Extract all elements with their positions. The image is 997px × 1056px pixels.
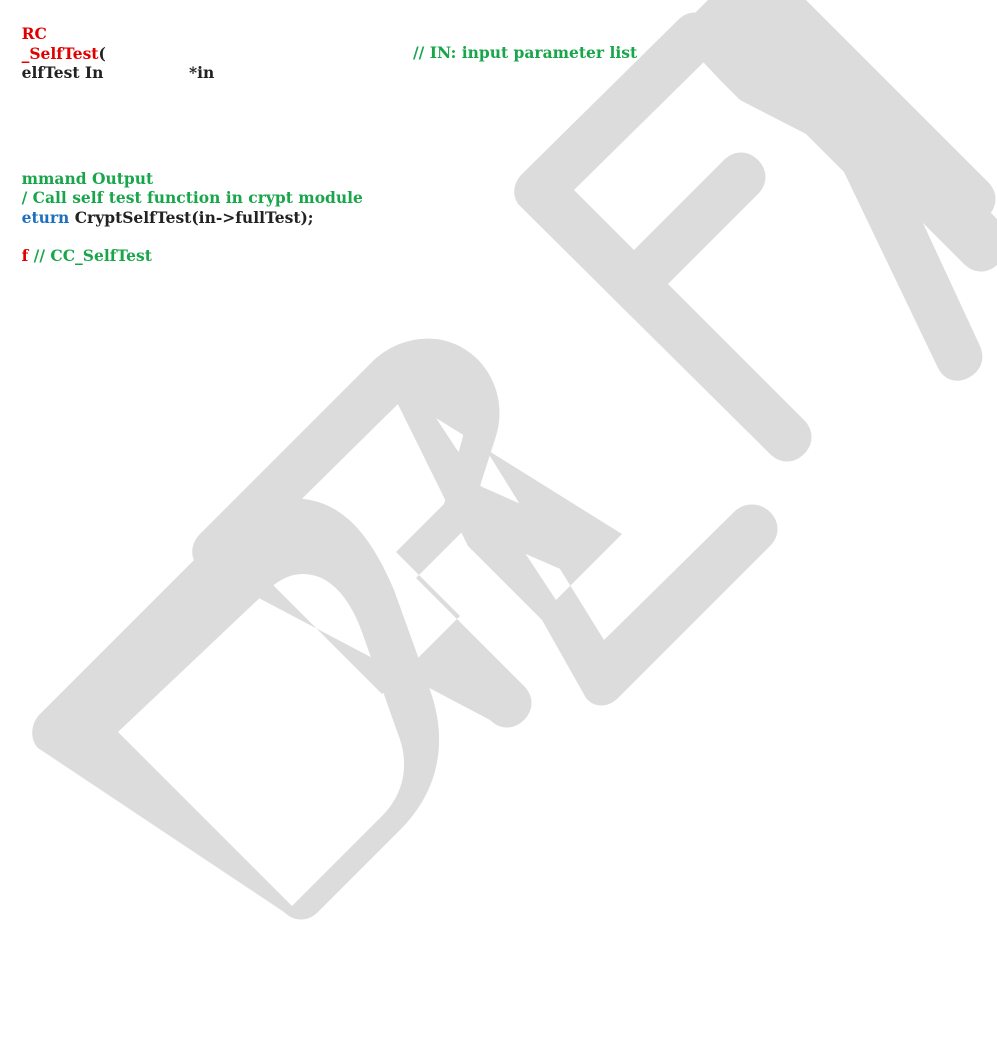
endif-line: f // CC_SelfTest [0,226,152,285]
return-call: CryptSelfTest(in->fullTest); [69,207,314,227]
return-keyword: eturn [21,207,70,227]
param-comment: // IN: input parameter list [413,43,638,62]
parameter-line: elfTest In *in // IN: input parameter list [0,43,638,102]
param-name: *in [189,62,215,82]
endif-comment: // CC_SelfTest [28,245,152,265]
param-type: elfTest In [21,62,104,82]
